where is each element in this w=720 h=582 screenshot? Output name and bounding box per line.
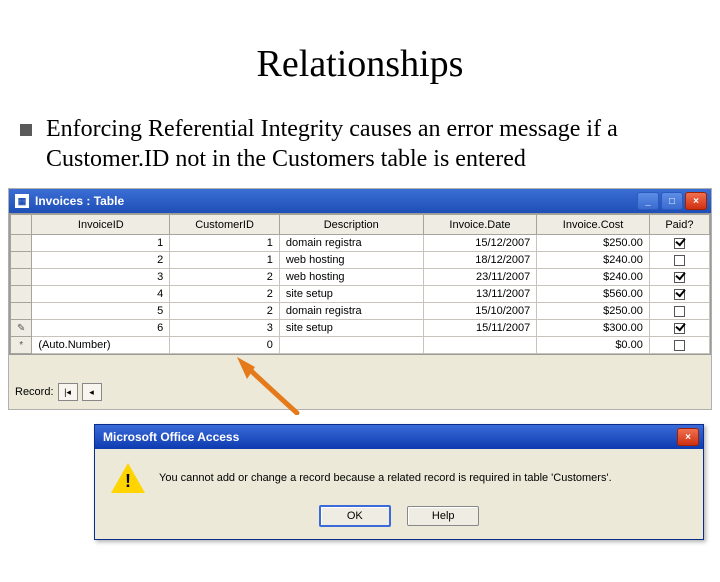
col-invoiceid[interactable]: InvoiceID: [32, 215, 170, 235]
table-row[interactable]: *(Auto.Number)0 $0.00: [11, 337, 710, 354]
table-row[interactable]: 52domain registra15/10/2007$250.00: [11, 303, 710, 320]
table-row[interactable]: 21web hosting18/12/2007$240.00: [11, 252, 710, 269]
ok-button[interactable]: OK: [319, 505, 391, 527]
nav-first-button[interactable]: |◂: [58, 383, 78, 401]
cell-description[interactable]: site setup: [279, 286, 423, 303]
cell-invoiceid[interactable]: 5: [32, 303, 170, 320]
nav-prev-button[interactable]: ◂: [82, 383, 102, 401]
cell-invoicecost[interactable]: $240.00: [537, 269, 650, 286]
minimize-button[interactable]: _: [637, 192, 659, 210]
cell-invoicedate[interactable]: 13/11/2007: [423, 286, 537, 303]
cell-invoicecost[interactable]: $250.00: [537, 235, 650, 252]
cell-customerid[interactable]: 2: [170, 286, 280, 303]
row-selector[interactable]: *: [11, 337, 32, 354]
error-title-text: Microsoft Office Access: [103, 430, 239, 444]
cell-description[interactable]: web hosting: [279, 252, 423, 269]
cell-customerid[interactable]: 2: [170, 303, 280, 320]
cell-description[interactable]: [279, 337, 423, 354]
cell-description[interactable]: site setup: [279, 320, 423, 337]
invoices-title-text: Invoices : Table: [35, 194, 124, 208]
error-titlebar: Microsoft Office Access ×: [95, 425, 703, 449]
cell-customerid[interactable]: 1: [170, 252, 280, 269]
row-selector[interactable]: [11, 252, 32, 269]
checkbox-icon[interactable]: [674, 255, 685, 266]
error-dialog: Microsoft Office Access × ! You cannot a…: [94, 424, 704, 540]
cell-invoiceid[interactable]: 1: [32, 235, 170, 252]
cell-invoicecost[interactable]: $300.00: [537, 320, 650, 337]
cell-invoiceid[interactable]: (Auto.Number): [32, 337, 170, 354]
cell-invoicedate[interactable]: [423, 337, 537, 354]
cell-invoicedate[interactable]: 15/12/2007: [423, 235, 537, 252]
col-customerid[interactable]: CustomerID: [170, 215, 280, 235]
cell-description[interactable]: domain registra: [279, 235, 423, 252]
table-row[interactable]: ✎63site setup15/11/2007$300.00: [11, 320, 710, 337]
cell-invoiceid[interactable]: 3: [32, 269, 170, 286]
cell-customerid[interactable]: 3: [170, 320, 280, 337]
screenshot-container: ▦ Invoices : Table _ □ × InvoiceID Custo…: [8, 188, 712, 410]
col-invoicedate[interactable]: Invoice.Date: [423, 215, 537, 235]
row-selector[interactable]: [11, 269, 32, 286]
cell-paid[interactable]: [649, 337, 709, 354]
cell-description[interactable]: web hosting: [279, 269, 423, 286]
cell-paid[interactable]: [649, 235, 709, 252]
cell-invoicedate[interactable]: 15/11/2007: [423, 320, 537, 337]
bullet-item: Enforcing Referential Integrity causes a…: [0, 114, 720, 174]
record-label: Record:: [15, 386, 54, 398]
cell-customerid[interactable]: 2: [170, 269, 280, 286]
cell-paid[interactable]: [649, 286, 709, 303]
table-row[interactable]: 32web hosting23/11/2007$240.00: [11, 269, 710, 286]
cell-invoicedate[interactable]: 18/12/2007: [423, 252, 537, 269]
checkbox-icon[interactable]: [674, 340, 685, 351]
warning-icon: !: [111, 463, 145, 493]
bullet-text: Enforcing Referential Integrity causes a…: [46, 114, 692, 174]
restore-button[interactable]: □: [661, 192, 683, 210]
cell-paid[interactable]: [649, 269, 709, 286]
header-row: InvoiceID CustomerID Description Invoice…: [11, 215, 710, 235]
bullet-square-icon: [20, 124, 32, 136]
cell-paid[interactable]: [649, 320, 709, 337]
datasheet-grid[interactable]: InvoiceID CustomerID Description Invoice…: [9, 213, 711, 355]
invoices-window: ▦ Invoices : Table _ □ × InvoiceID Custo…: [9, 189, 711, 405]
checkbox-icon[interactable]: [674, 238, 685, 249]
checkbox-icon[interactable]: [674, 272, 685, 283]
help-button[interactable]: Help: [407, 506, 479, 526]
error-message: You cannot add or change a record becaus…: [159, 472, 612, 484]
cell-paid[interactable]: [649, 252, 709, 269]
error-close-button[interactable]: ×: [677, 428, 699, 446]
row-selector[interactable]: [11, 303, 32, 320]
cell-customerid[interactable]: 0: [170, 337, 280, 354]
record-navigator: Record: |◂ ◂: [9, 379, 711, 405]
cell-invoicedate[interactable]: 23/11/2007: [423, 269, 537, 286]
cell-invoiceid[interactable]: 2: [32, 252, 170, 269]
cell-invoiceid[interactable]: 4: [32, 286, 170, 303]
cell-invoiceid[interactable]: 6: [32, 320, 170, 337]
checkbox-icon[interactable]: [674, 289, 685, 300]
cell-invoicecost[interactable]: $240.00: [537, 252, 650, 269]
invoices-titlebar: ▦ Invoices : Table _ □ ×: [9, 189, 711, 213]
table-icon: ▦: [15, 194, 29, 208]
cell-invoicedate[interactable]: 15/10/2007: [423, 303, 537, 320]
cell-description[interactable]: domain registra: [279, 303, 423, 320]
cell-paid[interactable]: [649, 303, 709, 320]
cell-customerid[interactable]: 1: [170, 235, 280, 252]
row-selector-header: [11, 215, 32, 235]
row-selector[interactable]: [11, 286, 32, 303]
cell-invoicecost[interactable]: $560.00: [537, 286, 650, 303]
close-button[interactable]: ×: [685, 192, 707, 210]
row-selector[interactable]: [11, 235, 32, 252]
col-invoicecost[interactable]: Invoice.Cost: [537, 215, 650, 235]
slide-title: Relationships: [0, 42, 720, 86]
col-description[interactable]: Description: [279, 215, 423, 235]
checkbox-icon[interactable]: [674, 306, 685, 317]
checkbox-icon[interactable]: [674, 323, 685, 334]
table-row[interactable]: 11domain registra15/12/2007$250.00: [11, 235, 710, 252]
table-row[interactable]: 42site setup13/11/2007$560.00: [11, 286, 710, 303]
col-paid[interactable]: Paid?: [649, 215, 709, 235]
cell-invoicecost[interactable]: $0.00: [537, 337, 650, 354]
row-selector[interactable]: ✎: [11, 320, 32, 337]
cell-invoicecost[interactable]: $250.00: [537, 303, 650, 320]
